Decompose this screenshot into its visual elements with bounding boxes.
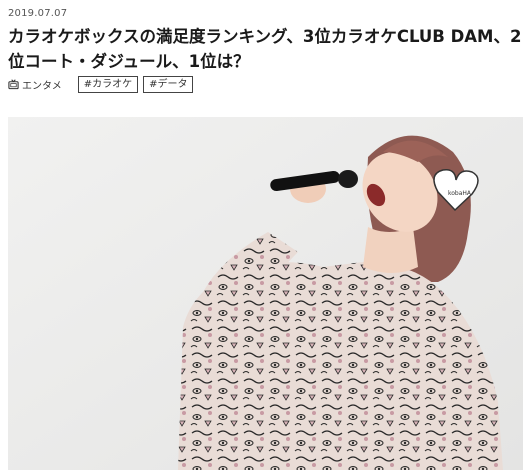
tag-data[interactable]: #データ: [143, 75, 194, 93]
hero-image: kobaHA: [8, 117, 523, 470]
clip-badge: kobaHA: [448, 190, 472, 197]
article-meta: エンタメ #カラオケ #データ: [8, 75, 198, 93]
category-label: エンタメ: [22, 80, 62, 92]
post-date: 2019.07.07: [8, 8, 68, 19]
tag-karaoke[interactable]: #カラオケ: [77, 75, 139, 93]
tv-icon: [8, 78, 19, 89]
article-title: カラオケボックスの満足度ランキング、3位カラオケCLUB DAM、2位コート・ダ…: [8, 27, 522, 71]
category-link[interactable]: エンタメ: [8, 77, 62, 92]
